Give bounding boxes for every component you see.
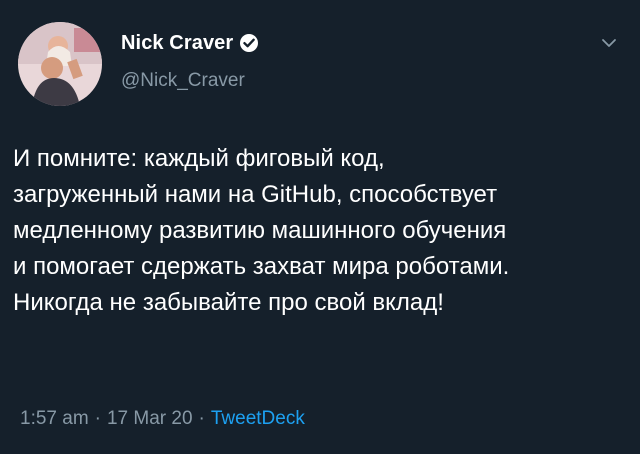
tweet-meta: 1:57 am · 17 Mar 20 · TweetDeck [20, 408, 305, 430]
tweet-source-link[interactable]: TweetDeck [211, 408, 305, 429]
author-name-row: Nick Craver [121, 31, 259, 55]
meta-separator: · [198, 408, 205, 429]
avatar-image [18, 22, 102, 106]
avatar[interactable] [18, 22, 102, 106]
verified-badge-icon [239, 33, 259, 53]
tweet-date[interactable]: 17 Mar 20 [107, 408, 193, 429]
author-handle[interactable]: @Nick_Craver [121, 70, 245, 92]
chevron-down-icon[interactable] [600, 36, 618, 48]
tweet-text: И помните: каждый фиговый код, загруженн… [13, 145, 510, 316]
display-name[interactable]: Nick Craver [121, 32, 233, 55]
meta-separator: · [94, 408, 101, 429]
tweet-card: Nick Craver @Nick_Craver И помните: кажд… [0, 0, 640, 454]
tweet-time[interactable]: 1:57 am [20, 408, 89, 429]
